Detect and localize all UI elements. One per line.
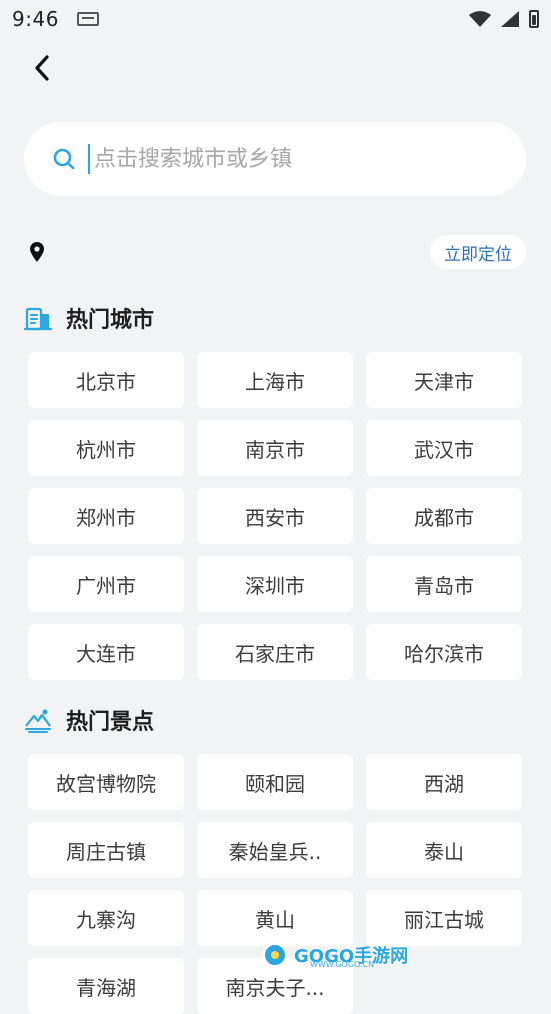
status-right (469, 10, 539, 28)
city-item[interactable]: 郑州市 (28, 488, 184, 544)
city-item[interactable]: 杭州市 (28, 420, 184, 476)
search-icon (53, 148, 75, 170)
city-item[interactable]: 哈尔滨市 (366, 624, 522, 680)
keyboard-icon (76, 12, 99, 26)
locate-now-button[interactable]: 立即定位 (430, 235, 526, 269)
spot-item[interactable]: 黄山 (197, 890, 353, 946)
hot-spots-header: 热门景点 (24, 700, 526, 740)
city-item[interactable]: 大连市 (28, 624, 184, 680)
city-item[interactable]: 上海市 (197, 352, 353, 408)
spot-item[interactable]: 丽江古城 (366, 890, 522, 946)
city-item[interactable]: 南京市 (197, 420, 353, 476)
text-caret (88, 144, 90, 174)
hot-cities-grid: 北京市 上海市 天津市 杭州市 南京市 武汉市 郑州市 西安市 成都市 广州市 … (28, 352, 522, 680)
hot-cities-header: 热门城市 (24, 298, 526, 338)
building-icon (24, 307, 52, 331)
back-arrow-icon (35, 55, 49, 81)
signal-icon (501, 11, 519, 27)
hot-cities-title: 热门城市 (66, 308, 155, 333)
mountain-scenery-icon (25, 709, 51, 733)
watermark-subtext: WWW.GOGO.CN (310, 960, 375, 969)
spot-item[interactable]: 秦始皇兵.. (197, 822, 353, 878)
spot-item[interactable]: 九寨沟 (28, 890, 184, 946)
battery-charging-icon (529, 10, 539, 28)
hot-spots-grid: 故宫博物院 颐和园 西湖 周庄古镇 秦始皇兵.. 泰山 九寨沟 黄山 丽江古城 … (28, 754, 522, 1014)
search-box[interactable] (24, 122, 526, 196)
city-item[interactable]: 北京市 (28, 352, 184, 408)
city-item[interactable]: 深圳市 (197, 556, 353, 612)
city-item[interactable]: 成都市 (366, 488, 522, 544)
city-item[interactable]: 广州市 (28, 556, 184, 612)
back-button[interactable] (24, 50, 60, 86)
status-bar: 9:46 (0, 0, 551, 38)
spot-item[interactable]: 西湖 (366, 754, 522, 810)
status-left: 9:46 (12, 7, 99, 31)
search-input[interactable] (92, 145, 508, 173)
spot-item[interactable]: 青海湖 (28, 958, 184, 1014)
wifi-icon (469, 11, 491, 27)
city-item[interactable]: 石家庄市 (197, 624, 353, 680)
location-pin-icon (30, 242, 44, 262)
spot-item[interactable]: 颐和园 (197, 754, 353, 810)
location-row: 立即定位 (24, 232, 526, 272)
city-item[interactable]: 西安市 (197, 488, 353, 544)
spot-item[interactable]: 泰山 (366, 822, 522, 878)
city-item[interactable]: 青岛市 (366, 556, 522, 612)
status-time: 9:46 (12, 7, 59, 31)
city-item[interactable]: 天津市 (366, 352, 522, 408)
city-item[interactable]: 武汉市 (366, 420, 522, 476)
spot-item[interactable]: 故宫博物院 (28, 754, 184, 810)
hot-spots-title: 热门景点 (66, 710, 155, 735)
spot-item[interactable]: 周庄古镇 (28, 822, 184, 878)
